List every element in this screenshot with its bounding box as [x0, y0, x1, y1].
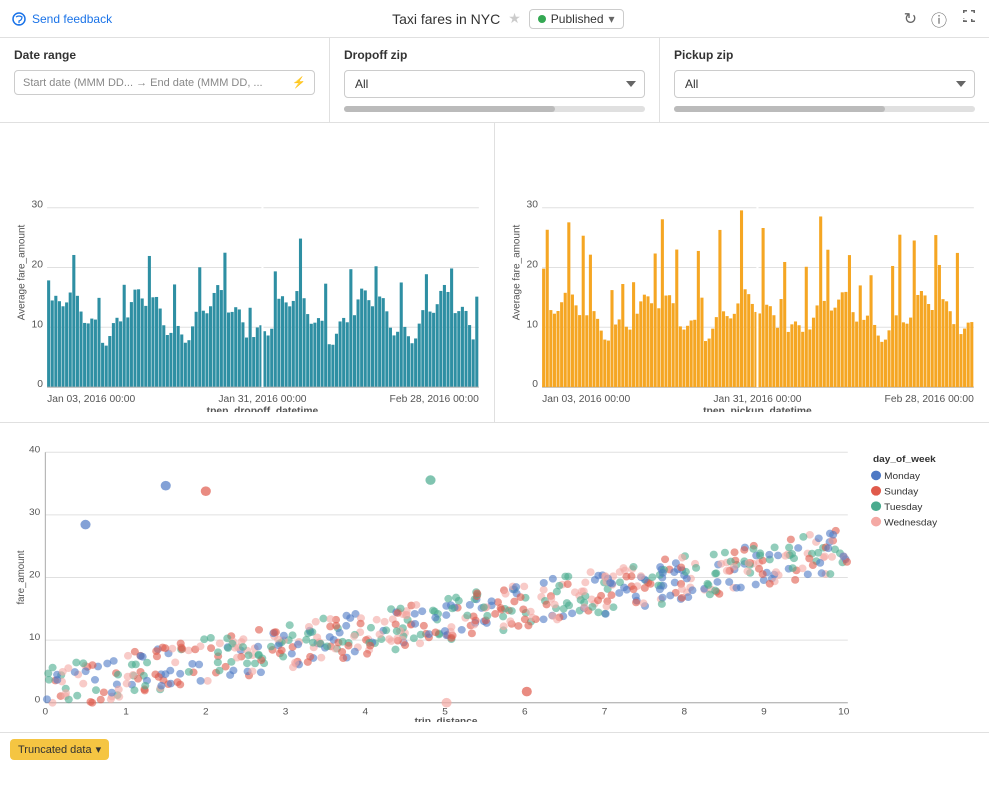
footer: Truncated data ▾ [0, 733, 989, 766]
svg-text:40: 40 [29, 444, 41, 455]
svg-text:Jan 03, 2016 00:00: Jan 03, 2016 00:00 [542, 394, 631, 405]
svg-text:2: 2 [203, 706, 209, 717]
dropoff-zip-select[interactable]: All [344, 70, 645, 98]
svg-text:Jan 03, 2016 00:00: Jan 03, 2016 00:00 [47, 394, 136, 405]
info-button[interactable]: ⓘ [931, 7, 947, 31]
svg-text:7: 7 [602, 706, 608, 717]
published-badge[interactable]: Published ▾ [529, 9, 624, 29]
svg-text:30: 30 [32, 200, 44, 211]
legend-label-wednesday: Wednesday [884, 518, 937, 529]
pickup-zip-select[interactable]: All [674, 70, 975, 98]
dropoff-zip-label: Dropoff zip [344, 48, 645, 62]
svg-text:0: 0 [37, 379, 43, 390]
dropoff-scrollbar[interactable] [344, 106, 645, 112]
svg-text:10: 10 [527, 319, 539, 330]
svg-text:10: 10 [838, 706, 850, 717]
svg-text:6: 6 [522, 706, 528, 717]
legend-dot-wednesday [871, 517, 881, 527]
dashboard-title: Taxi fares in NYC [392, 11, 500, 27]
published-label: Published [551, 12, 604, 26]
top-charts: Average fare_amount 0 10 20 30 // This w… [0, 123, 989, 423]
pickup-chart: Average fare_amount 0 10 20 30 Jan 03, 2… [495, 123, 989, 422]
date-range-placeholder: Start date (MMM DD... → End date (MMM DD… [23, 77, 286, 89]
svg-text:9: 9 [761, 706, 767, 717]
date-range-filter: Date range Start date (MMM DD... → End d… [0, 38, 330, 122]
fullscreen-icon [961, 8, 977, 24]
svg-text:0: 0 [532, 379, 538, 390]
refresh-button[interactable]: ↻ [904, 9, 917, 29]
pickup-zip-label: Pickup zip [674, 48, 975, 62]
svg-text:tpep_dropoff_datetime: tpep_dropoff_datetime [207, 406, 319, 412]
star-icon[interactable]: ★ [508, 10, 521, 27]
dropoff-chart: Average fare_amount 0 10 20 30 // This w… [0, 123, 495, 422]
truncated-label: Truncated data [18, 744, 92, 756]
header: Send feedback Taxi fares in NYC ★ Publis… [0, 0, 989, 38]
svg-text:10: 10 [29, 632, 41, 643]
legend-dot-tuesday [871, 501, 881, 511]
svg-text:30: 30 [527, 200, 539, 211]
truncated-chevron: ▾ [96, 743, 102, 756]
pickup-scrollbar[interactable] [674, 106, 975, 112]
svg-text:Average fare_amount: Average fare_amount [16, 225, 27, 321]
fullscreen-button[interactable] [961, 8, 977, 29]
legend-label-tuesday: Tuesday [884, 502, 922, 513]
dropoff-chart-svg: Average fare_amount 0 10 20 30 // This w… [10, 133, 484, 412]
scatter-chart-svg: fare_amount 0 10 20 30 40 0 1 2 3 4 5 6 … [10, 433, 979, 722]
svg-text:4: 4 [362, 706, 368, 717]
svg-text:Feb 28, 2016 00:00: Feb 28, 2016 00:00 [390, 394, 480, 405]
filters-row: Date range Start date (MMM DD... → End d… [0, 38, 989, 123]
svg-text:8: 8 [681, 706, 687, 717]
date-range-label: Date range [14, 48, 315, 62]
svg-text:0: 0 [43, 706, 49, 717]
svg-text:3: 3 [283, 706, 289, 717]
legend-dot-sunday [871, 486, 881, 496]
scatter-chart: fare_amount 0 10 20 30 40 0 1 2 3 4 5 6 … [0, 423, 989, 733]
svg-text:10: 10 [32, 319, 44, 330]
svg-text:Average fare_amount: Average fare_amount [511, 225, 522, 321]
svg-text:20: 20 [527, 260, 539, 271]
svg-text:fare_amount: fare_amount [16, 550, 27, 604]
svg-text:20: 20 [29, 570, 41, 581]
truncated-data-button[interactable]: Truncated data ▾ [10, 739, 109, 760]
legend-label-sunday: Sunday [884, 487, 918, 498]
svg-text:Jan 31, 2016 00:00: Jan 31, 2016 00:00 [713, 394, 802, 405]
legend-dot-monday [871, 471, 881, 481]
header-actions: ↻ ⓘ [904, 7, 977, 31]
svg-text:Jan 31, 2016 00:00: Jan 31, 2016 00:00 [218, 394, 307, 405]
svg-text:20: 20 [32, 260, 44, 271]
svg-text:Feb 28, 2016 00:00: Feb 28, 2016 00:00 [885, 394, 975, 405]
pickup-chart-svg: Average fare_amount 0 10 20 30 Jan 03, 2… [505, 133, 979, 412]
date-range-input[interactable]: Start date (MMM DD... → End date (MMM DD… [14, 70, 315, 95]
pickup-zip-filter: Pickup zip All [660, 38, 989, 122]
feedback-label: Send feedback [32, 12, 112, 26]
legend-label-monday: Monday [884, 471, 920, 482]
feedback-button[interactable]: Send feedback [12, 12, 112, 26]
svg-text:30: 30 [29, 507, 41, 518]
svg-text:0: 0 [35, 695, 41, 706]
svg-text:trip_distance: trip_distance [415, 716, 478, 722]
chevron-down-icon: ▾ [609, 12, 615, 26]
date-range-icon[interactable]: ⚡ [292, 76, 306, 89]
dropoff-zip-filter: Dropoff zip All [330, 38, 660, 122]
feedback-icon [12, 12, 26, 26]
svg-text:1: 1 [123, 706, 129, 717]
header-center: Taxi fares in NYC ★ Published ▾ [392, 9, 623, 29]
status-dot [538, 15, 546, 23]
legend-title: day_of_week [873, 454, 936, 465]
svg-text:tpep_pickup_datetime: tpep_pickup_datetime [703, 406, 812, 412]
